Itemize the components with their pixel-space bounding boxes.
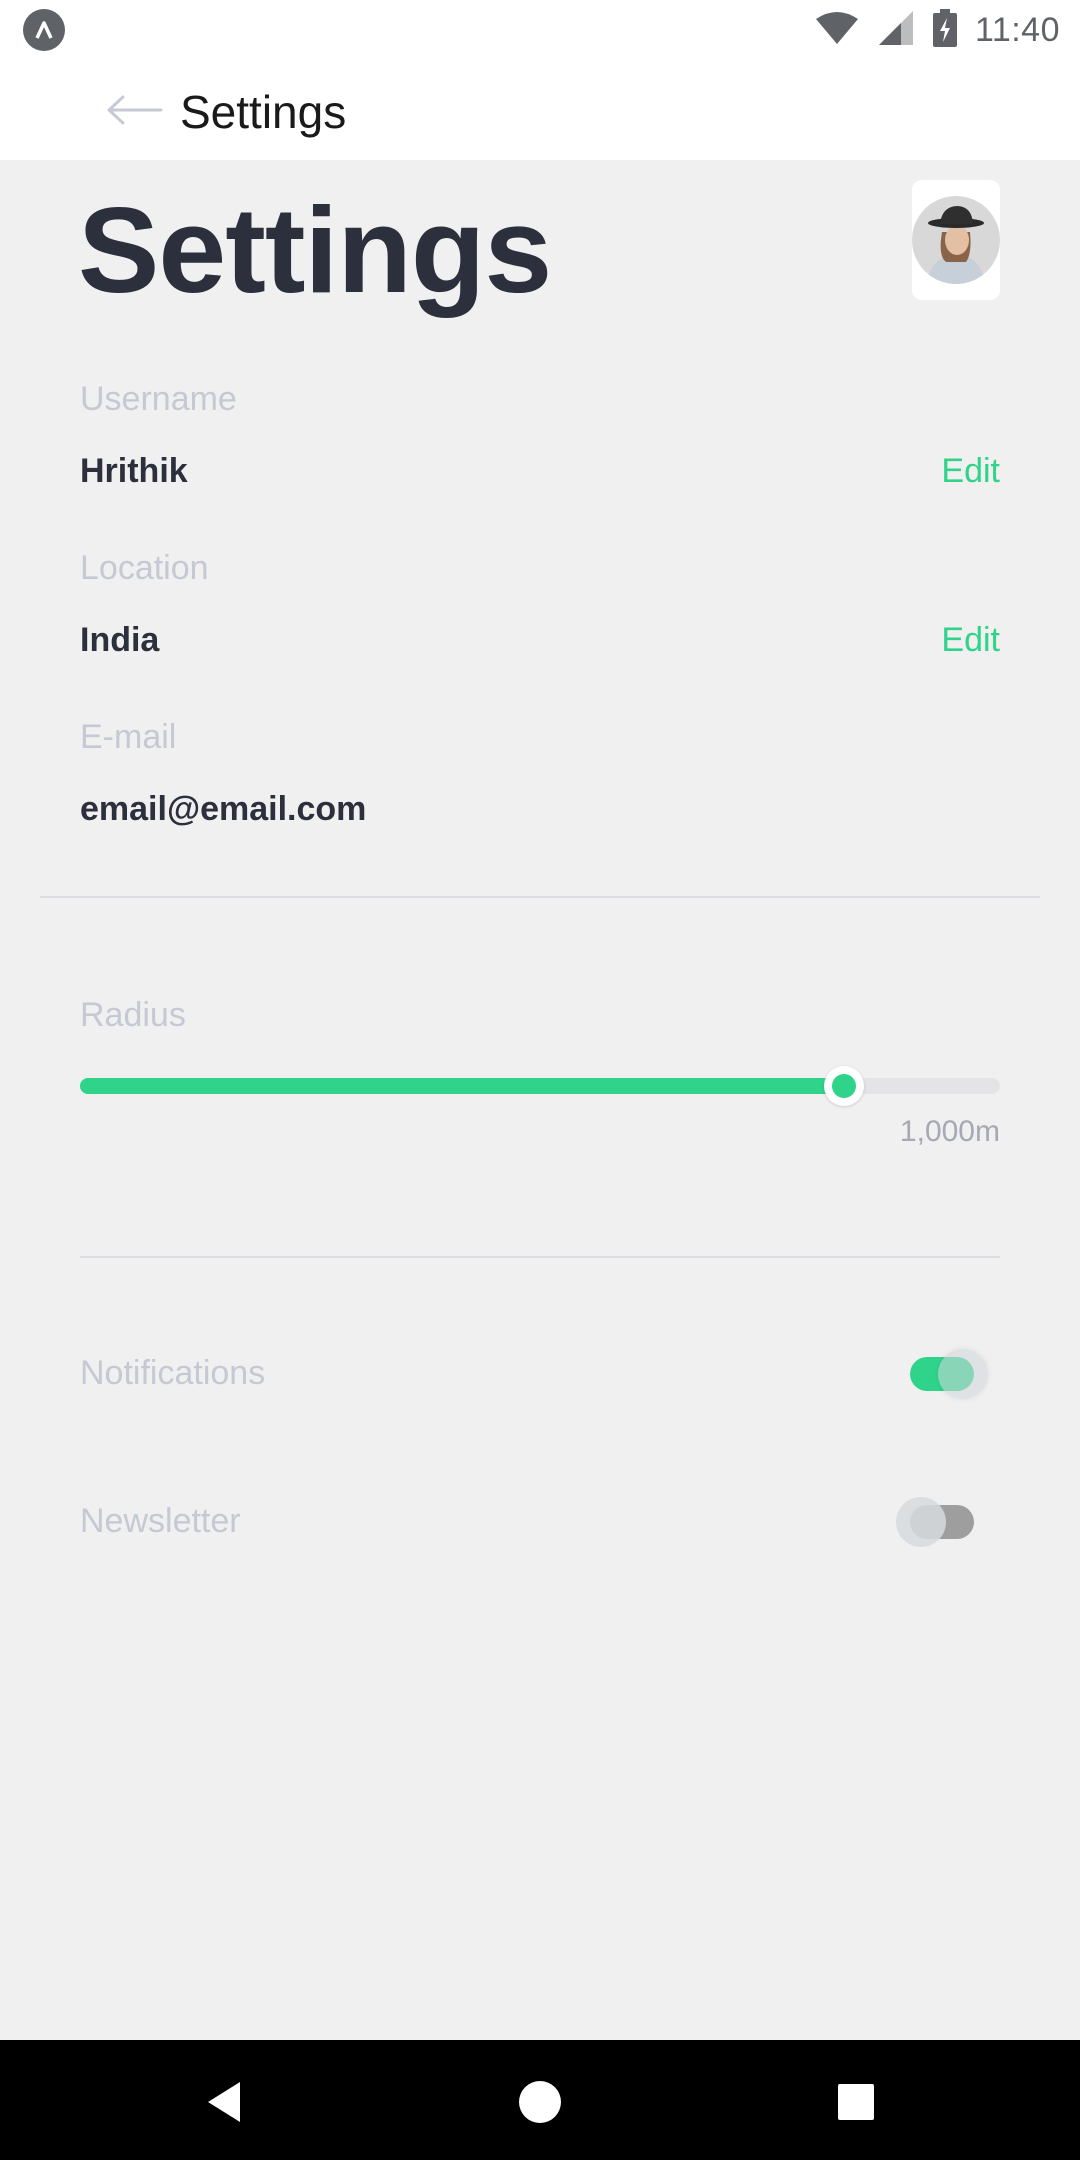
signal-icon <box>877 9 915 52</box>
username-label: Username <box>80 380 237 418</box>
radius-slider-thumb-dot <box>831 1074 856 1098</box>
edit-location-button[interactable]: Edit <box>941 621 1000 660</box>
back-arrow-icon[interactable] <box>105 90 165 130</box>
nav-home-icon[interactable] <box>516 2078 564 2126</box>
status-indicators: 11:40 <box>815 8 1060 52</box>
toggle-knob <box>938 1349 988 1399</box>
newsletter-toggle[interactable] <box>896 1497 974 1547</box>
radius-value: 1,000m <box>899 1115 1000 1148</box>
app-bar-title: Settings <box>180 86 347 138</box>
app-bar: Settings <box>0 60 1080 160</box>
radius-slider-thumb[interactable] <box>823 1066 864 1106</box>
radius-label: Radius <box>80 996 186 1034</box>
wifi-icon <box>815 11 859 50</box>
radius-slider[interactable] <box>80 1066 1000 1106</box>
status-bar: 11:40 <box>0 0 1080 60</box>
status-time: 11:40 <box>974 10 1060 49</box>
app-icon <box>23 9 65 51</box>
email-label: E-mail <box>80 718 177 756</box>
location-label: Location <box>80 549 209 587</box>
system-nav-bar <box>0 2040 1080 2160</box>
edit-username-button[interactable]: Edit <box>941 452 1000 491</box>
battery-icon <box>932 8 957 52</box>
toggle-knob <box>896 1497 946 1547</box>
nav-back-icon[interactable] <box>202 2078 250 2126</box>
divider <box>80 1256 1000 1258</box>
newsletter-label: Newsletter <box>80 1502 241 1540</box>
page-title: Settings <box>78 182 552 318</box>
notifications-label: Notifications <box>80 1354 266 1392</box>
email-value: email@email.com <box>80 790 367 828</box>
username-value: Hrithik <box>80 452 188 490</box>
avatar[interactable] <box>912 196 1000 284</box>
location-value: India <box>80 621 160 659</box>
radius-slider-fill <box>80 1078 844 1094</box>
nav-recents-icon[interactable] <box>832 2078 880 2126</box>
avatar-card[interactable] <box>912 180 1000 300</box>
notifications-toggle[interactable] <box>910 1349 988 1399</box>
divider <box>40 896 1040 898</box>
